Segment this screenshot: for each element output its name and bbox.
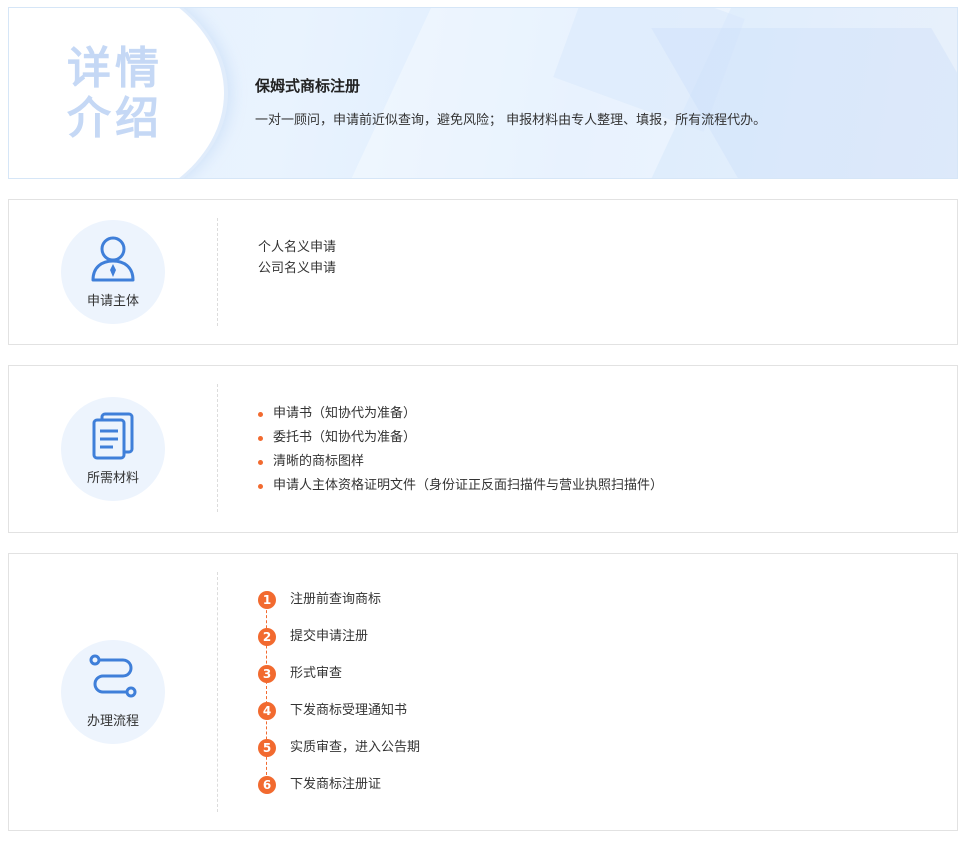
banner-decor-shape — [651, 28, 957, 178]
service-title: 保姆式商标注册 — [255, 77, 361, 95]
list-item: 清晰的商标图样 — [258, 450, 663, 474]
step-number-badge: 4 — [258, 702, 276, 720]
step-label: 下发商标受理通知书 — [290, 703, 408, 718]
flow-icon — [89, 654, 137, 698]
applicant-list: 个人名义申请 公司名义申请 — [258, 237, 336, 279]
step-label: 形式审查 — [290, 666, 343, 681]
banner-big-title-line1: 详情 — [67, 43, 163, 94]
process-step: 2 提交申请注册 — [258, 627, 420, 664]
detail-banner: 详情 介绍 保姆式商标注册 一对一顾问，申请前近似查询，避免风险； 申报材料由专… — [8, 7, 958, 179]
process-step: 3 形式审查 — [258, 664, 420, 701]
step-label: 提交申请注册 — [290, 629, 369, 644]
materials-list: 申请书（知协代为准备） 委托书（知协代为准备） 清晰的商标图样 申请人主体资格证… — [258, 402, 663, 498]
list-item: 个人名义申请 — [258, 240, 337, 255]
process-step: 4 下发商标受理通知书 — [258, 701, 420, 738]
applicant-section: 申请主体 个人名义申请 公司名义申请 — [8, 199, 958, 345]
step-number-badge: 6 — [258, 776, 276, 794]
bullet-dot — [258, 412, 263, 417]
materials-section: 所需材料 申请书（知协代为准备） 委托书（知协代为准备） 清晰的商标图样 申请人… — [8, 365, 958, 533]
service-description: 一对一顾问，申请前近似查询，避免风险； 申报材料由专人整理、填报，所有流程代办。 — [255, 113, 767, 128]
process-label: 办理流程 — [86, 714, 139, 729]
step-label: 实质审查，进入公告期 — [290, 740, 421, 755]
step-number-badge: 5 — [258, 739, 276, 757]
list-item: 公司名义申请 — [258, 261, 337, 276]
list-item: 申请人主体资格证明文件（身份证正反面扫描件与营业执照扫描件） — [258, 474, 663, 498]
bullet-dot — [258, 484, 263, 489]
step-number-badge: 1 — [258, 591, 276, 609]
list-item-text: 申请书（知协代为准备） — [273, 406, 417, 421]
person-icon — [91, 236, 135, 282]
step-list: 1 注册前查询商标 2 提交申请注册 3 形式审查 4 下发商标受理通知书 5 实质审查，… — [258, 590, 420, 812]
applicant-icon-circle: 申请主体 — [61, 220, 165, 324]
list-item: 委托书（知协代为准备） — [258, 426, 663, 450]
materials-icon-circle: 所需材料 — [61, 397, 165, 501]
process-icon-circle: 办理流程 — [61, 640, 165, 744]
process-step: 1 注册前查询商标 — [258, 590, 420, 627]
documents-icon — [92, 412, 134, 460]
step-number-badge: 2 — [258, 628, 276, 646]
banner-big-title-line2: 介绍 — [67, 93, 163, 144]
list-item: 申请书（知协代为准备） — [258, 402, 663, 426]
section-divider — [217, 572, 218, 812]
banner-big-title: 详情 介绍 — [67, 44, 177, 144]
process-section: 办理流程 1 注册前查询商标 2 提交申请注册 3 形式审查 4 下发商标受理通知书 5… — [8, 553, 958, 831]
bullet-dot — [258, 460, 263, 465]
step-label: 下发商标注册证 — [290, 777, 382, 792]
section-divider — [217, 384, 218, 512]
process-step: 6 下发商标注册证 — [258, 775, 420, 812]
list-item-text: 委托书（知协代为准备） — [273, 430, 417, 445]
list-item-text: 申请人主体资格证明文件（身份证正反面扫描件与营业执照扫描件） — [273, 478, 664, 493]
process-step: 5 实质审查，进入公告期 — [258, 738, 420, 775]
process-steps: 1 注册前查询商标 2 提交申请注册 3 形式审查 4 下发商标受理通知书 5 实质审查，… — [258, 590, 420, 812]
materials-label: 所需材料 — [86, 471, 139, 486]
step-number-badge: 3 — [258, 665, 276, 683]
list-item-text: 清晰的商标图样 — [273, 454, 365, 469]
bullet-dot — [258, 436, 263, 441]
section-divider — [217, 218, 218, 326]
step-label: 注册前查询商标 — [290, 592, 382, 607]
applicant-label: 申请主体 — [86, 294, 139, 309]
